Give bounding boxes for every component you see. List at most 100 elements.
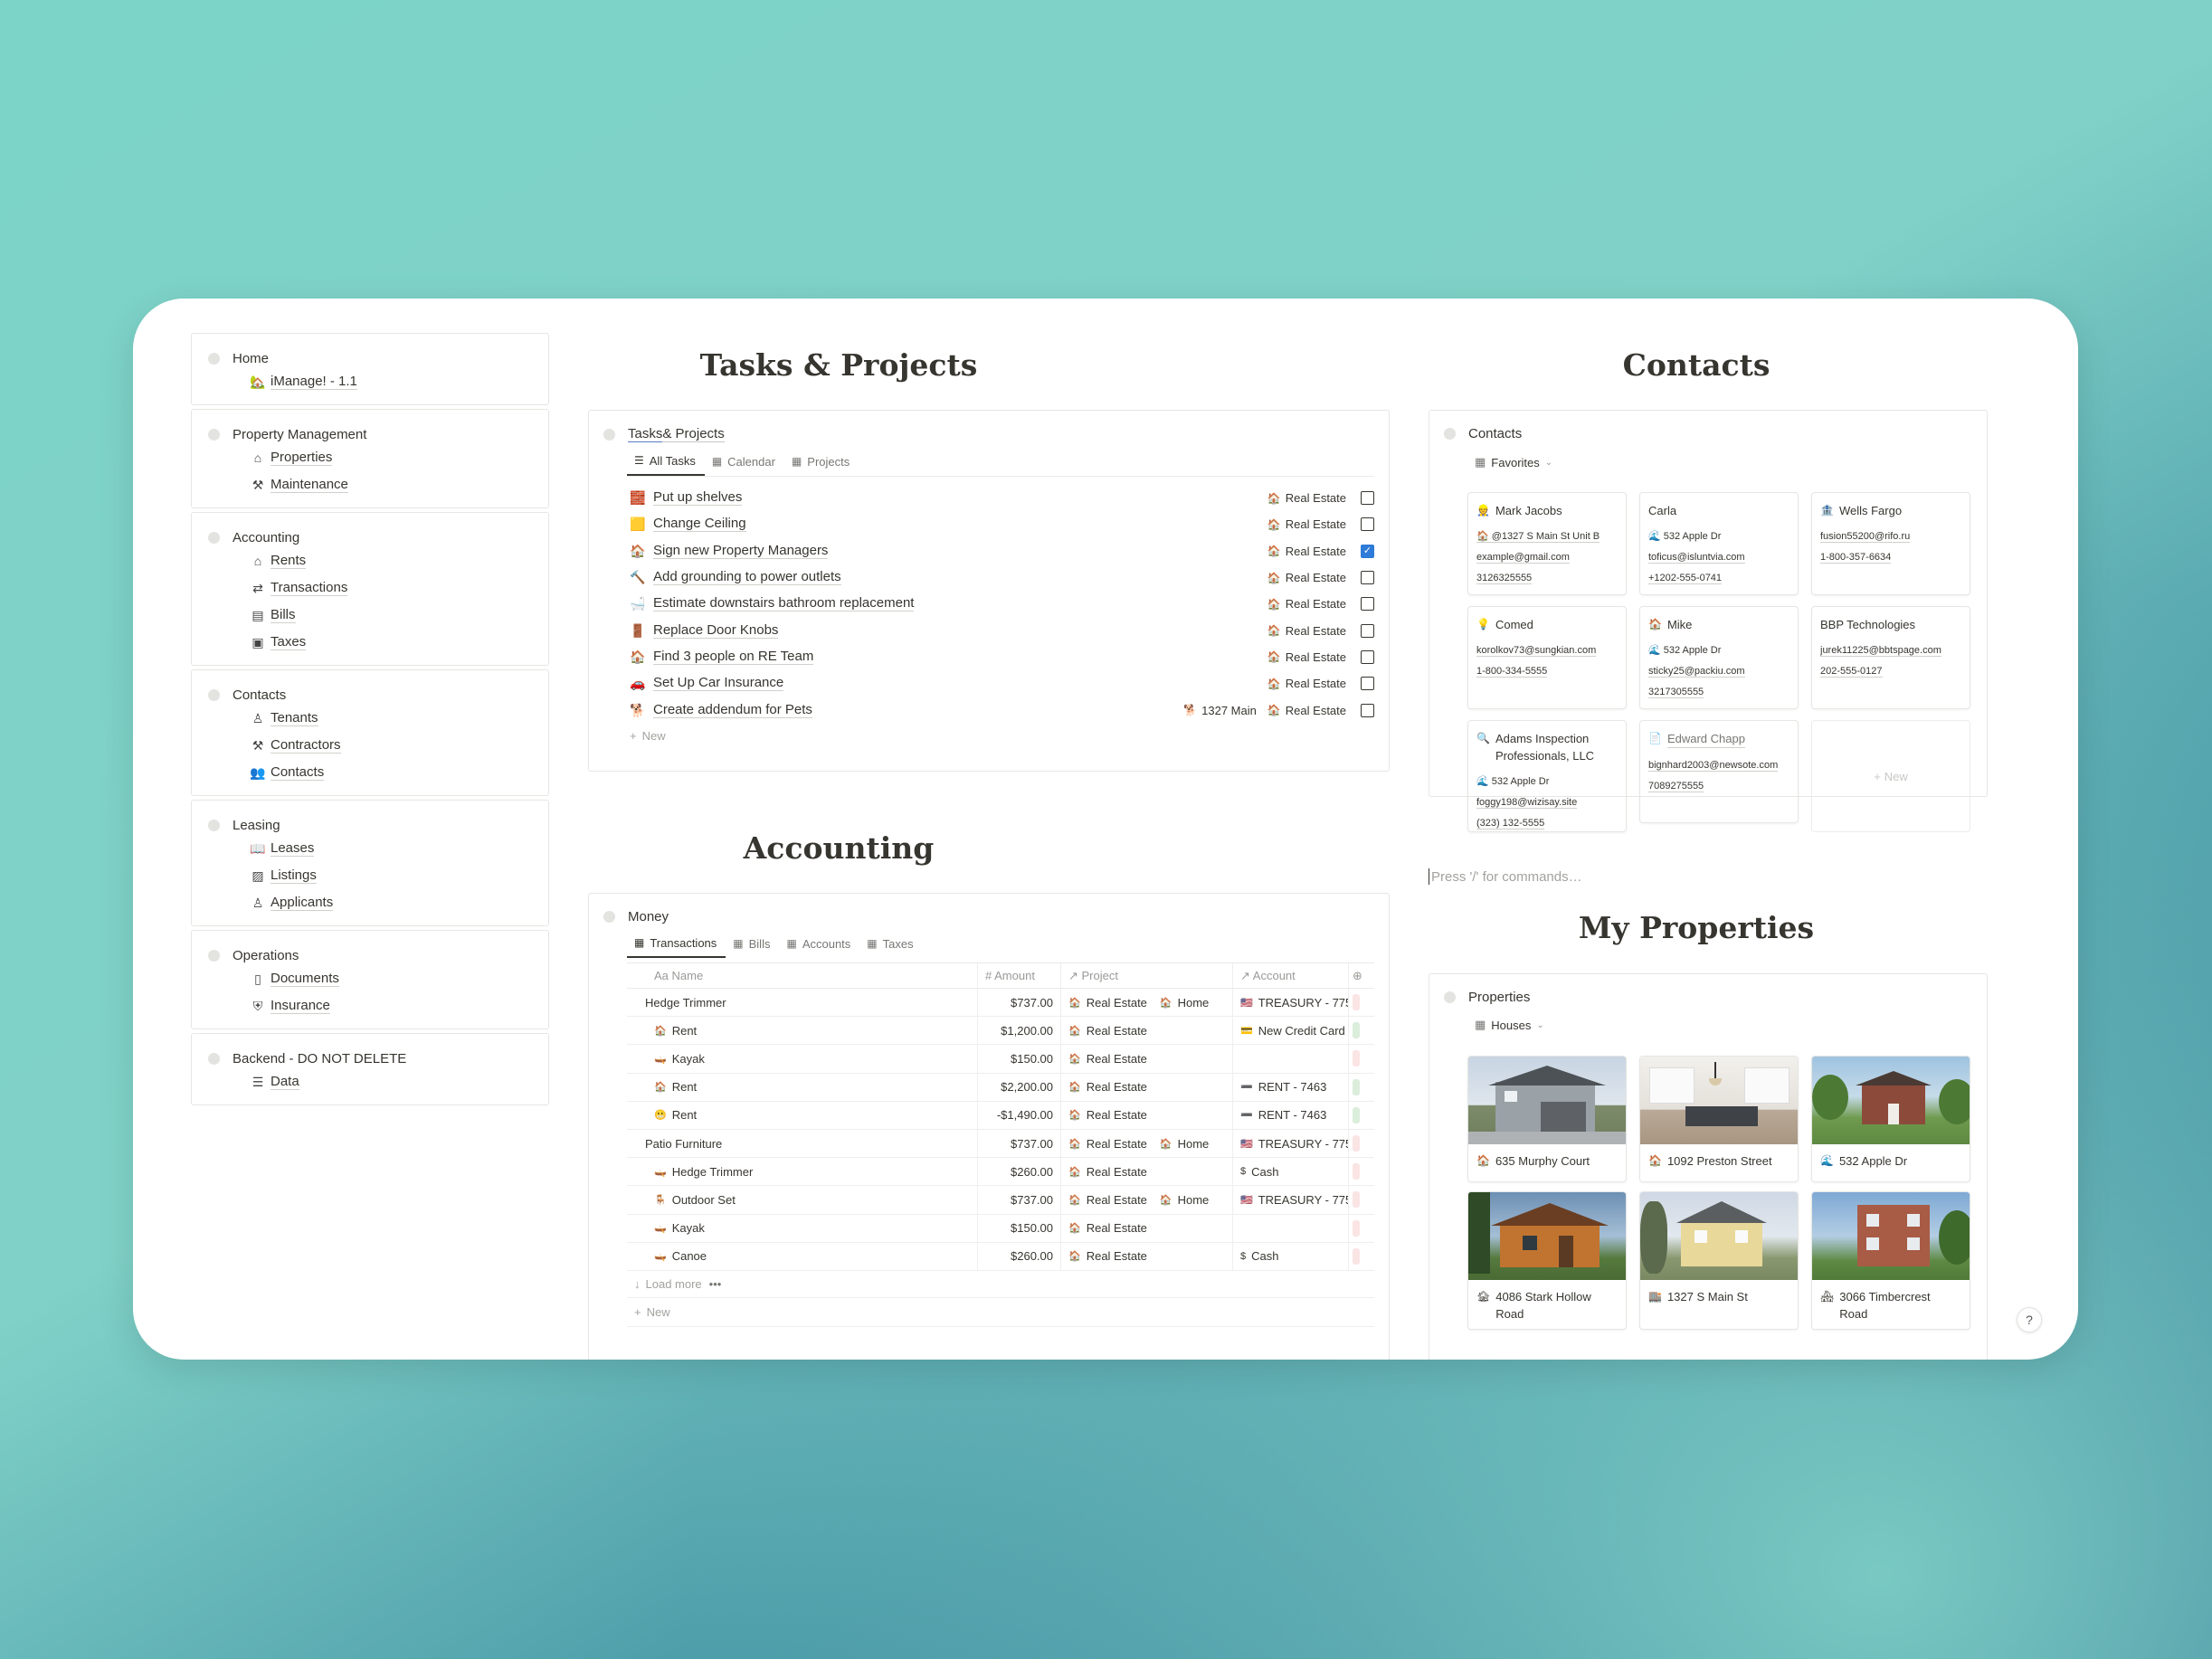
task-name[interactable]: Sign new Property Managers (653, 543, 829, 559)
task-name[interactable]: Estimate downstairs bathroom replacement (653, 596, 915, 612)
cell-status[interactable] (1349, 1017, 1374, 1044)
sidebar-section-title[interactable]: Contacts (208, 685, 532, 705)
cell-account[interactable]: $ Cash (1233, 1242, 1349, 1270)
contact-detail-text[interactable]: foggy198@wizisay.site (1476, 797, 1578, 809)
cell-project[interactable]: 🏠 Real Estate (1061, 1045, 1233, 1073)
cell-project[interactable]: 🏠 Real Estate (1061, 1242, 1233, 1270)
task-row[interactable]: 🏠 Sign new Property Managers 🏠 Real Estate ✓ (630, 538, 1374, 564)
table-row[interactable]: 🛶 Canoe $260.00 🏠 Real Estate $ Cash (627, 1242, 1374, 1271)
cell-account[interactable]: 💳 New Credit Card (1233, 1017, 1349, 1045)
task-name[interactable]: Change Ceiling (653, 517, 746, 533)
cell-status[interactable] (1349, 1102, 1374, 1129)
task-name[interactable]: Create addendum for Pets (653, 702, 812, 718)
done-checkbox[interactable] (1361, 597, 1374, 611)
help-button[interactable]: ? (2017, 1307, 2042, 1332)
cell-amount[interactable]: $2,200.00 (978, 1073, 1061, 1101)
contact-detail-text[interactable]: 🏠 @1327 S Main St Unit B (1476, 531, 1600, 543)
tab[interactable]: ▦ Taxes (859, 934, 922, 958)
load-more-button[interactable]: ↓ Load more ••• (627, 1271, 1374, 1298)
sidebar-item[interactable]: ▤ Bills (208, 602, 532, 629)
cell-project[interactable]: 🏠 Real Estate (1061, 1158, 1233, 1186)
cell-amount[interactable]: $737.00 (978, 989, 1061, 1017)
done-checkbox[interactable] (1361, 571, 1374, 585)
sidebar-item[interactable]: ☰ Data (208, 1068, 532, 1095)
table-row[interactable]: 🏠 Rent $1,200.00 🏠 Real Estate 💳 New Credit Ca… (627, 1017, 1374, 1046)
sidebar-item[interactable]: ⌂ Rents (208, 547, 532, 574)
contact-card[interactable]: 🔍 Adams Inspection Professionals, LLC 🌊 53… (1467, 720, 1627, 832)
cell-status[interactable] (1349, 1074, 1374, 1101)
project-tag[interactable]: 🏠 Real Estate (1267, 517, 1346, 531)
contact-card[interactable]: 🏠 Mike 🌊 532 Apple Dr sticky25@packiu.com 32… (1639, 606, 1799, 709)
cell-project[interactable]: 🏠 Real Estate (1061, 1101, 1233, 1129)
cell-name[interactable]: 🏠 Rent (627, 1073, 978, 1101)
cell-project[interactable]: 🏠 Real Estate 🏠 Home (1061, 1186, 1233, 1214)
property-tag[interactable]: 🐕 1327 Main (1183, 704, 1257, 717)
cell-status[interactable] (1349, 1186, 1374, 1213)
cell-name[interactable]: Patio Furniture (627, 1129, 978, 1158)
sidebar-item[interactable]: ▨ Listings (208, 862, 532, 889)
cell-project[interactable]: 🏠 Real Estate (1061, 1017, 1233, 1045)
project-tag[interactable]: 🏠 Real Estate (1267, 597, 1346, 611)
cell-amount[interactable]: $150.00 (978, 1045, 1061, 1073)
contact-detail-text[interactable]: (323) 132-5555 (1476, 818, 1545, 830)
cell-account[interactable]: 🇺🇸 TREASURY - 7754 (1233, 1186, 1349, 1214)
contact-detail-text[interactable]: jurek11225@bbtspage.com (1820, 645, 1941, 657)
contact-detail-text[interactable]: 🌊 532 Apple Dr (1648, 645, 1721, 656)
contacts-title[interactable]: Contacts (1444, 426, 1522, 441)
done-checkbox[interactable] (1361, 623, 1374, 638)
table-row[interactable]: Hedge Trimmer $737.00 🏠 Real Estate 🏠 Home 🇺🇸 T… (627, 989, 1374, 1018)
task-row[interactable]: 🛁 Estimate downstairs bathroom replacemen… (630, 591, 1374, 617)
cell-amount[interactable]: $260.00 (978, 1242, 1061, 1270)
task-row[interactable]: 🚗 Set Up Car Insurance 🏠 Real Estate (630, 670, 1374, 697)
tab[interactable]: ▦ Calendar (705, 452, 784, 476)
contact-detail-text[interactable]: +1202-555-0741 (1648, 573, 1723, 584)
sidebar-item[interactable]: ⚒ Contractors (208, 732, 532, 759)
task-name[interactable]: Replace Door Knobs (653, 622, 779, 639)
sidebar-section-title[interactable]: Home (208, 348, 532, 368)
more-icon[interactable]: ••• (709, 1277, 722, 1291)
property-card[interactable]: 🏠 1092 Preston Street (1639, 1056, 1799, 1182)
task-name[interactable]: Put up shelves (653, 490, 743, 507)
project-tag[interactable]: 🏠 Real Estate (1267, 491, 1346, 505)
cell-account[interactable] (1233, 1045, 1349, 1073)
contact-detail-text[interactable]: toficus@islunt​via.com (1648, 552, 1745, 564)
sidebar-item[interactable]: ♙ Applicants (208, 889, 532, 916)
property-card[interactable]: 🏬 1327 S Main St (1639, 1191, 1799, 1330)
sidebar-item[interactable]: ⌂ Properties (208, 444, 532, 471)
column-header-name[interactable]: Aa Name (627, 963, 978, 988)
properties-view-selector[interactable]: ▦ Houses ⌄ (1475, 1018, 1544, 1032)
contact-detail-text[interactable]: 🌊 532 Apple Dr (1648, 531, 1721, 542)
sidebar-section-title[interactable]: Backend - DO NOT DELETE (208, 1048, 532, 1068)
contact-card[interactable]: 🏦 Wells Fargo fusion55200@rifo.ru 1-800-357… (1811, 492, 1970, 595)
cell-account[interactable]: ➖ RENT - 7463 (1233, 1073, 1349, 1101)
contact-card[interactable]: BBP Technologies jurek11225@bbtspage.com 2… (1811, 606, 1970, 709)
sidebar-item[interactable]: ▣ Taxes (208, 629, 532, 656)
tab[interactable]: ▦ Bills (726, 934, 779, 958)
properties-title[interactable]: Properties (1444, 990, 1530, 1005)
sidebar-item[interactable]: ♙ Tenants (208, 705, 532, 732)
sidebar-section-title[interactable]: Operations (208, 945, 532, 965)
cell-amount[interactable]: $737.00 (978, 1129, 1061, 1158)
task-row[interactable]: 🧱 Put up shelves 🏠 Real Estate (630, 485, 1374, 511)
project-tag[interactable]: 🏠 Real Estate (1267, 650, 1346, 664)
cell-amount[interactable]: $1,200.00 (978, 1017, 1061, 1045)
contact-card[interactable]: Carla 🌊 532 Apple Dr toficus@islunt​via.co… (1639, 492, 1799, 595)
sidebar-item[interactable]: ⚒ Maintenance (208, 471, 532, 498)
tab[interactable]: ▦ Accounts (779, 934, 859, 958)
cell-name[interactable]: 😬 Rent (627, 1101, 978, 1129)
contact-detail-text[interactable]: bignhard2003@newsote.com (1648, 760, 1779, 772)
task-name[interactable]: Find 3 people on RE Team (653, 649, 814, 665)
contact-detail-text[interactable]: korolkov73@sungkian.com (1476, 645, 1597, 657)
contact-card[interactable]: 💡 Comed korolkov73@sungkian.com 1-800-334-5… (1467, 606, 1627, 709)
project-tag[interactable]: 🏠 Real Estate (1267, 571, 1346, 584)
tab[interactable]: ▦ Projects (784, 452, 859, 476)
table-row[interactable]: 🪑 Outdoor Set $737.00 🏠 Real Estate 🏠 Home 🇺🇸 TR… (627, 1186, 1374, 1215)
money-title[interactable]: Money (603, 909, 669, 924)
contact-detail-text[interactable]: 1-800-334-5555 (1476, 666, 1548, 678)
contact-card[interactable]: 📄 Edward Chapp bignhard2003@newsote.com 708… (1639, 720, 1799, 823)
task-row[interactable]: 🚪 Replace Door Knobs 🏠 Real Estate (630, 617, 1374, 643)
task-row[interactable]: 🔨 Add grounding to power outlets 🏠 Real Est… (630, 564, 1374, 591)
cell-project[interactable]: 🏠 Real Estate (1061, 1073, 1233, 1101)
done-checkbox[interactable] (1361, 491, 1374, 506)
cell-status[interactable] (1349, 1243, 1374, 1270)
